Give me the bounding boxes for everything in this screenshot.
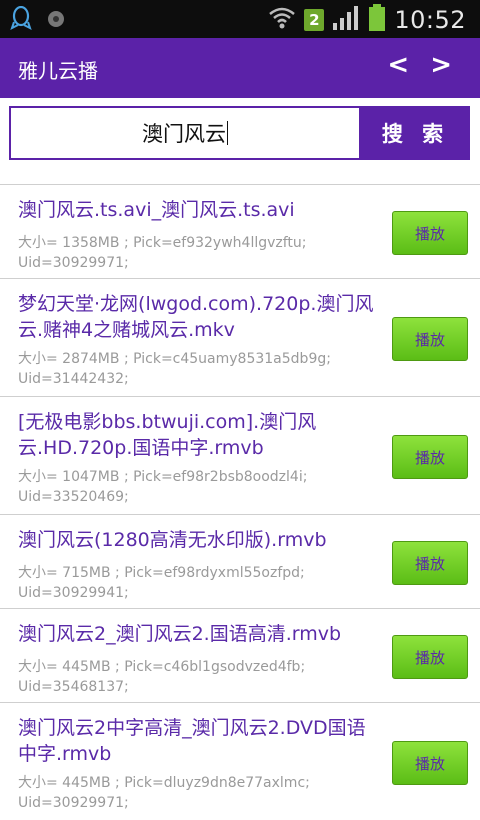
app-title: 雅儿云播 (18, 59, 98, 83)
search-button[interactable]: 搜 索 (361, 106, 470, 160)
list-item: 澳门风云.ts.avi_澳门风云.ts.avi 大小= 1358MB ; Pic… (0, 184, 480, 278)
result-title[interactable]: 澳门风云2_澳门风云2.国语高清.rmvb (18, 621, 374, 647)
nav-arrows-button[interactable]: < > (387, 50, 458, 80)
result-title[interactable]: [无极电影bbs.btwuji.com].澳门风云.HD.720p.国语中字.r… (18, 409, 374, 461)
result-title[interactable]: 梦幻天堂·龙网(lwgod.com).720p.澳门风云.赌神4之赌城风云.mk… (18, 291, 374, 343)
search-bar: 澳门风云 搜 索 (0, 98, 480, 174)
signal-icon (332, 5, 360, 35)
play-button[interactable]: 播放 (392, 435, 468, 479)
search-query: 澳门风云 (142, 122, 226, 146)
clock: 10:52 (394, 6, 466, 34)
result-meta: 大小= 1047MB ; Pick=ef98r2bsb8oodzl4i; Uid… (18, 469, 308, 505)
search-input[interactable]: 澳门风云 (9, 106, 361, 160)
play-button[interactable]: 播放 (392, 541, 468, 585)
app-bar: 雅儿云播 < > (0, 38, 480, 98)
play-button[interactable]: 播放 (392, 741, 468, 785)
circle-icon (46, 9, 66, 33)
status-bar: 2 10:52 (0, 0, 480, 38)
result-meta: 大小= 445MB ; Pick=c46bl1gsodvzed4fb; Uid=… (18, 659, 306, 695)
text-caret (227, 121, 228, 145)
list-item: 澳门风云2中字高清_澳门风云2.DVD国语中字.rmvb 大小= 445MB ;… (0, 702, 480, 820)
battery-icon (368, 4, 386, 36)
play-button[interactable]: 播放 (392, 635, 468, 679)
result-meta: 大小= 2874MB ; Pick=c45uamy8531a5db9g; Uid… (18, 351, 331, 387)
result-meta: 大小= 445MB ; Pick=dluyz9dn8e77axlmc; Uid=… (18, 775, 310, 811)
list-item: 澳门风云2_澳门风云2.国语高清.rmvb 大小= 445MB ; Pick=c… (0, 608, 480, 702)
result-meta: 大小= 1358MB ; Pick=ef932ywh4llgvzftu; Uid… (18, 235, 307, 271)
result-title[interactable]: 澳门风云.ts.avi_澳门风云.ts.avi (18, 197, 374, 223)
sim-badge: 2 (304, 9, 325, 31)
results-list: 澳门风云.ts.avi_澳门风云.ts.avi 大小= 1358MB ; Pic… (0, 184, 480, 820)
result-title[interactable]: 澳门风云2中字高清_澳门风云2.DVD国语中字.rmvb (18, 715, 374, 767)
play-button[interactable]: 播放 (392, 211, 468, 255)
wifi-icon (268, 6, 296, 34)
list-item: 梦幻天堂·龙网(lwgod.com).720p.澳门风云.赌神4之赌城风云.mk… (0, 278, 480, 396)
result-meta: 大小= 715MB ; Pick=ef98rdyxml55ozfpd; Uid=… (18, 565, 305, 601)
result-title[interactable]: 澳门风云(1280高清无水印版).rmvb (18, 527, 374, 553)
list-item: 澳门风云(1280高清无水印版).rmvb 大小= 715MB ; Pick=e… (0, 514, 480, 608)
list-item: [无极电影bbs.btwuji.com].澳门风云.HD.720p.国语中字.r… (0, 396, 480, 514)
play-button[interactable]: 播放 (392, 317, 468, 361)
qq-icon (10, 5, 32, 36)
